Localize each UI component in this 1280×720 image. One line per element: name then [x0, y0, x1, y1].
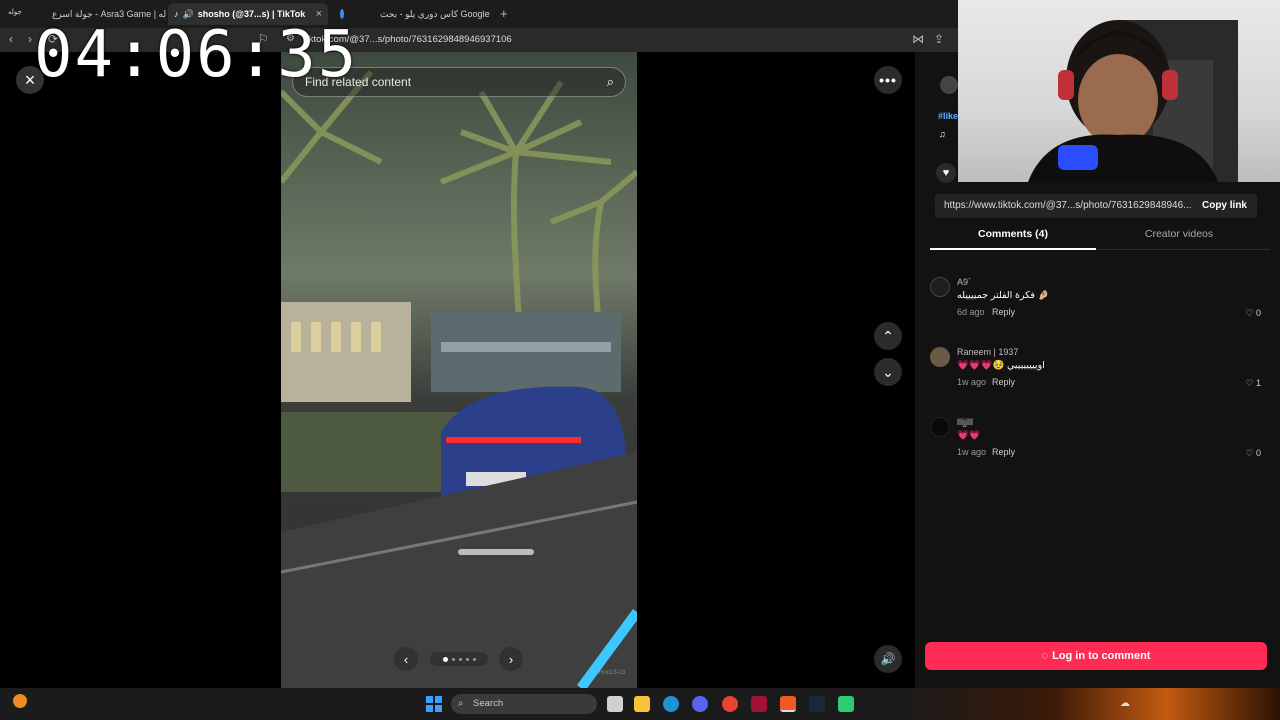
login-to-comment-button[interactable]: ◌ Log in to comment — [925, 642, 1267, 670]
webcam-overlay — [958, 0, 1280, 182]
volume-button[interactable]: 🔊 — [874, 645, 902, 673]
previous-post-button[interactable]: ⌃ — [874, 322, 902, 350]
cloud-icon[interactable]: ☁ — [1120, 698, 1130, 709]
photo-watermark: Hnn13-23 — [599, 670, 626, 676]
reply-button[interactable]: Reply — [992, 377, 1015, 387]
tab-comments-label: Comments (4) — [977, 228, 1048, 240]
comment-item: Raneem | 1937 💗💗💗🥹 اوييييييييي 1w ago Re… — [930, 347, 1265, 407]
search-icon[interactable]: ⌕ — [607, 74, 614, 90]
carousel-dot[interactable] — [458, 657, 462, 661]
comment-like-button[interactable]: ♡ 1 — [1245, 378, 1261, 389]
url-field[interactable]: tiktok.com/@37...s/photo/763162984894693… — [282, 31, 902, 49]
comment-like-count: 0 — [1255, 308, 1261, 318]
comment-like-count: 0 — [1255, 448, 1261, 458]
next-post-button[interactable]: ⌄ — [874, 358, 902, 386]
comment-text: 💗💗💗🥹 اوييييييييي — [957, 360, 1045, 371]
extension-icon[interactable]: ⋈ — [912, 32, 924, 46]
comment-author[interactable]: A9` — [957, 277, 971, 287]
chevron-right-icon: › — [508, 651, 514, 667]
creator-avatar[interactable] — [940, 76, 958, 94]
comment-icon: ◌ — [1041, 650, 1049, 662]
tiktok-photo[interactable]: Hnn13-23 — [281, 52, 637, 688]
taskbar-search-label: Search — [473, 698, 504, 709]
streamer-webcam-image — [1028, 20, 1238, 182]
reply-button[interactable]: Reply — [992, 307, 1015, 317]
taskbar-wallpaper-glow — [900, 688, 1280, 720]
task-view-icon[interactable] — [607, 696, 623, 712]
ellipsis-icon: ••• — [879, 72, 897, 88]
more-options-button[interactable]: ••• — [874, 66, 902, 94]
login-label: Log in to comment — [1052, 650, 1151, 662]
chevron-left-icon: ‹ — [403, 651, 409, 667]
taskbar-search[interactable]: ⌕ Search — [451, 694, 597, 714]
comment-avatar[interactable] — [930, 347, 950, 367]
carousel-next-button[interactable]: › — [499, 647, 523, 671]
chrome-icon[interactable] — [722, 696, 738, 712]
heart-outline-icon: ♡ — [1245, 308, 1254, 318]
search-icon: ⌕ — [458, 698, 464, 709]
comment-text: فكرة الفلتر جمييييله 🤌🏼 — [957, 290, 1050, 301]
forward-icon[interactable]: › — [28, 32, 32, 46]
carousel-dot[interactable] — [451, 657, 455, 661]
comment-item: llljjlll 💗💗 1w ago Reply ♡ 0 — [930, 417, 1265, 477]
steam-icon[interactable] — [809, 696, 825, 712]
comment-avatar[interactable] — [930, 277, 950, 297]
edge-icon[interactable] — [663, 696, 679, 712]
copy-link-button[interactable]: Copy link — [1202, 200, 1247, 211]
comment-time: 6d ago — [957, 307, 985, 317]
comment-like-button[interactable]: ♡ 0 — [1245, 308, 1261, 319]
back-icon[interactable]: ‹ — [9, 32, 13, 46]
tab-creator-videos-label: Creator videos — [1144, 228, 1214, 240]
comment-like-button[interactable]: ♡ 0 — [1245, 448, 1261, 459]
heart-outline-icon: ♡ — [1245, 378, 1254, 388]
carousel-dot[interactable] — [442, 656, 448, 662]
comment-author[interactable]: Raneem | 1937 — [957, 347, 1018, 357]
tab-creator-videos[interactable]: Creator videos — [1096, 228, 1262, 250]
tab-comments[interactable]: Comments (4) — [930, 228, 1096, 250]
like-button[interactable]: ♥ — [936, 163, 956, 183]
file-explorer-icon[interactable] — [634, 696, 650, 712]
carousel-dot[interactable] — [465, 657, 469, 661]
comment-item: A9` فكرة الفلتر جمييييله 🤌🏼 6d ago Reply… — [930, 277, 1265, 337]
night-street-car-photo — [281, 52, 637, 688]
stream-timer: 04:06:35 — [34, 18, 359, 92]
affinity-icon[interactable] — [751, 696, 767, 712]
comment-text: 💗💗 — [957, 430, 981, 441]
carousel-dot[interactable] — [472, 657, 476, 661]
speaker-icon: 🔊 — [880, 652, 896, 666]
chevron-down-icon: ⌄ — [882, 363, 894, 380]
hashtag-link[interactable]: #like — [938, 111, 958, 121]
new-tab-icon[interactable]: + — [500, 6, 508, 21]
copy-link-bar: https://www.tiktok.com/@37...s/photo/763… — [935, 194, 1257, 218]
heart-outline-icon: ♡ — [1245, 448, 1254, 458]
comment-time: 1w ago — [957, 377, 987, 387]
post-link-text: https://www.tiktok.com/@37...s/photo/763… — [944, 200, 1192, 211]
weather-icon[interactable] — [13, 694, 27, 708]
reply-button[interactable]: Reply — [992, 447, 1015, 457]
comment-time: 1w ago — [957, 447, 987, 457]
app-icon[interactable] — [838, 696, 854, 712]
share-icon[interactable]: ⇪ — [934, 32, 944, 46]
music-note-icon[interactable]: ♫ — [939, 129, 946, 139]
windows-start-icon[interactable] — [426, 696, 442, 712]
comment-like-count: 1 — [1255, 378, 1261, 388]
comment-avatar[interactable] — [930, 417, 950, 437]
tab-label: كاس دوري يلو - بحث Google — [380, 8, 490, 19]
brave-icon[interactable] — [780, 696, 796, 712]
comment-author[interactable]: llljjlll — [957, 417, 973, 427]
chevron-up-icon: ⌃ — [882, 327, 894, 344]
panel-tabs: Comments (4) Creator videos — [930, 228, 1270, 250]
heart-icon: ♥ — [942, 167, 950, 179]
carousel-indicator — [430, 652, 488, 666]
discord-icon[interactable] — [692, 696, 708, 712]
pinned-tab-icon[interactable]: جوله — [8, 8, 22, 16]
carousel-prev-button[interactable]: ‹ — [394, 647, 418, 671]
